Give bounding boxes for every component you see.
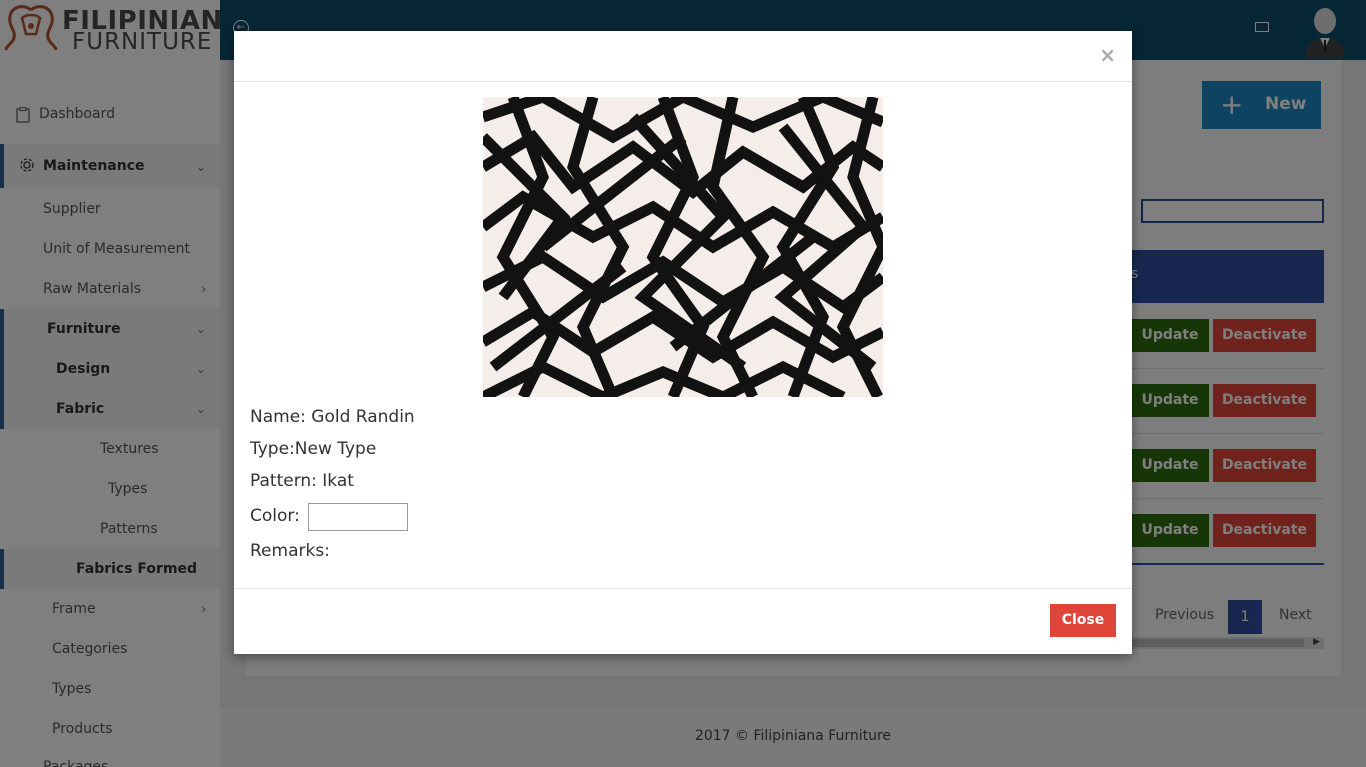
modal-header: × (234, 31, 1132, 82)
close-icon[interactable]: × (1099, 43, 1116, 67)
fabric-color-label: Color: (250, 506, 300, 526)
close-button[interactable]: Close (1050, 604, 1116, 637)
fabric-detail-modal: × Name: Gold Randin Type:New Type Patter… (234, 31, 1132, 654)
fabric-image (483, 97, 883, 397)
fabric-name: Name: Gold Randin (250, 407, 415, 427)
fabric-type: Type:New Type (250, 439, 377, 459)
modal-footer (234, 588, 1132, 654)
fabric-pattern: Pattern: Ikat (250, 471, 354, 491)
fabric-color-swatch (308, 503, 408, 531)
fabric-remarks: Remarks: (250, 541, 330, 561)
